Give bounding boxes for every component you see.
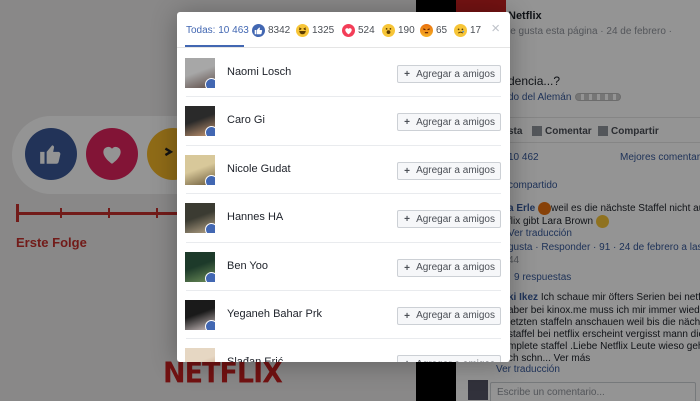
reactor-row: Ben Yoo + Agregar a amigos (185, 243, 501, 291)
reactor-name[interactable]: Caro Gi (227, 114, 265, 126)
like-badge-icon (205, 174, 215, 185)
reactor-row: Caro Gi + Agregar a amigos (185, 97, 501, 146)
reactor-name[interactable]: Hannes HA (227, 211, 283, 223)
add-friend-icon: + (404, 359, 410, 362)
reactor-row: Naomi Losch + Agregar a amigos (185, 49, 501, 98)
wow-icon (382, 23, 395, 37)
add-friend-button[interactable]: + Agregar a amigos (397, 306, 501, 325)
like-badge-icon (205, 223, 215, 234)
like-badge-icon (205, 78, 215, 88)
add-friend-label: Agregar a amigos (416, 213, 495, 225)
haha-icon (296, 23, 309, 37)
profile-picture[interactable] (185, 348, 215, 362)
add-friend-label: Agregar a amigos (416, 165, 495, 177)
tab-sad[interactable]: 17 (454, 12, 481, 48)
reactor-row: Slađan Erić + Agregar a amigos (185, 339, 501, 362)
add-friend-button[interactable]: + Agregar a amigos (397, 258, 501, 277)
reactor-row: Nicole Gudat + Agregar a amigos (185, 146, 501, 195)
reactors-list: Naomi Losch + Agregar a amigos Caro Gi + Agre… (177, 49, 510, 362)
add-friend-button[interactable]: + Agregar a amigos (397, 210, 501, 229)
add-friend-icon: + (404, 165, 410, 177)
add-friend-icon: + (404, 262, 410, 274)
reactor-name[interactable]: Ben Yoo (227, 260, 268, 272)
add-friend-label: Agregar a amigos (416, 68, 495, 80)
like-badge-icon (205, 319, 215, 330)
tab-like[interactable]: 8342 (252, 12, 290, 48)
profile-picture[interactable] (185, 58, 215, 88)
close-icon[interactable]: × (491, 20, 500, 37)
add-friend-button[interactable]: + Agregar a amigos (397, 65, 501, 83)
reactions-dialog: Todas: 10 463 8342 1325 524 190 65 17 × … (177, 12, 510, 362)
reactor-row: Hannes HA + Agregar a amigos (185, 194, 501, 243)
add-friend-label: Agregar a amigos (416, 116, 495, 128)
profile-picture[interactable] (185, 203, 215, 234)
reaction-tabs: Todas: 10 463 8342 1325 524 190 65 17 × (177, 12, 510, 48)
add-friend-button[interactable]: + Agregar a amigos (397, 355, 501, 362)
tab-haha[interactable]: 1325 (296, 12, 334, 48)
add-friend-icon: + (404, 69, 410, 80)
profile-picture[interactable] (185, 106, 215, 137)
add-friend-icon: + (404, 310, 410, 322)
reactor-name[interactable]: Slađan Erić (227, 356, 283, 362)
angry-icon (420, 23, 433, 37)
tab-love[interactable]: 524 (342, 12, 375, 48)
add-friend-label: Agregar a amigos (416, 310, 495, 322)
add-friend-button[interactable]: + Agregar a amigos (397, 161, 501, 180)
add-friend-icon: + (404, 214, 410, 226)
add-friend-icon: + (404, 117, 410, 129)
active-tab-indicator (185, 45, 244, 47)
profile-picture[interactable] (185, 154, 215, 185)
add-friend-label: Agregar a amigos (416, 359, 495, 362)
like-badge-icon (205, 271, 215, 282)
tab-wow[interactable]: 190 (382, 12, 415, 48)
love-icon (342, 23, 355, 37)
reactor-name[interactable]: Nicole Gudat (227, 163, 291, 175)
tab-all[interactable]: Todas: 10 463 (186, 12, 249, 48)
reactor-name[interactable]: Yeganeh Bahar Prk (227, 308, 322, 320)
like-badge-icon (205, 126, 215, 137)
profile-picture[interactable] (185, 299, 215, 330)
add-friend-label: Agregar a amigos (416, 262, 495, 274)
tab-angry[interactable]: 65 (420, 12, 447, 48)
add-friend-button[interactable]: + Agregar a amigos (397, 113, 501, 132)
reactor-name[interactable]: Naomi Losch (227, 66, 291, 78)
reactor-row: Yeganeh Bahar Prk + Agregar a amigos (185, 291, 501, 340)
sad-icon (454, 23, 467, 37)
profile-picture[interactable] (185, 251, 215, 282)
like-icon (252, 23, 265, 37)
